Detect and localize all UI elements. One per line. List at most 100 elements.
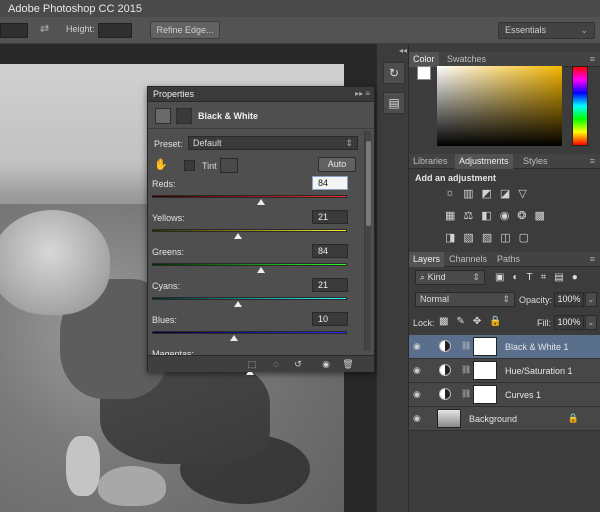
slider-track[interactable] <box>152 195 347 198</box>
auto-button[interactable]: Auto <box>318 157 356 172</box>
panel-menu-icon[interactable]: ≡ <box>590 54 595 64</box>
tab-layers[interactable]: Layers <box>409 252 445 267</box>
mask-icon[interactable] <box>176 108 192 124</box>
workspace-select[interactable]: Essentials ⌄ <box>498 22 595 39</box>
gradient-map-icon[interactable]: ◫ <box>500 231 510 244</box>
levels-icon[interactable]: ▥ <box>463 187 473 200</box>
selective-color-icon[interactable]: ▢ <box>519 231 529 244</box>
slider-value-input[interactable]: 21 <box>312 278 348 292</box>
properties-icon[interactable]: ▤ <box>383 92 405 114</box>
slider-knob[interactable] <box>257 267 266 273</box>
invert-icon[interactable]: ◨ <box>445 231 455 244</box>
refine-edge-button[interactable]: Refine Edge... <box>150 21 220 39</box>
brightness-icon[interactable]: ☼ <box>445 187 455 200</box>
color-lookup-icon[interactable]: ▩ <box>535 209 545 222</box>
blend-mode-select[interactable]: Normal ⇕ <box>415 292 515 307</box>
preset-select[interactable]: Default ⇕ <box>188 136 358 150</box>
filter-shape-icon[interactable]: ⌗ <box>541 272 547 283</box>
slider-track[interactable] <box>152 229 347 232</box>
fill-input[interactable]: 100% <box>554 315 584 330</box>
undo-icon[interactable]: ↺ <box>292 359 304 370</box>
tint-color-swatch[interactable] <box>220 158 238 173</box>
slider-track[interactable] <box>152 263 347 266</box>
visibility-icon[interactable]: ◉ <box>320 359 332 370</box>
slider-knob[interactable] <box>257 199 266 205</box>
photo-filter-icon[interactable]: ◉ <box>500 209 510 222</box>
panel-menu-icon[interactable]: ≡ <box>590 254 595 264</box>
foreground-color-swatch[interactable] <box>417 66 431 80</box>
filter-smart-icon[interactable]: ▤ <box>554 272 563 283</box>
opacity-dropdown-icon[interactable]: ⌄ <box>585 292 597 307</box>
panel-controls-icon[interactable]: ▸▸ ≡ <box>355 89 370 98</box>
slider-knob[interactable] <box>233 301 242 307</box>
eye-icon[interactable]: ◉ <box>413 341 425 352</box>
slider-track[interactable] <box>152 331 347 334</box>
lock-paint-icon[interactable]: ✎ <box>456 316 464 327</box>
black-white-icon[interactable]: ◧ <box>481 209 491 222</box>
curves-icon[interactable]: ◩ <box>482 187 492 200</box>
collapse-icon[interactable]: ◂◂ <box>399 46 407 55</box>
gradient-triangle-icon[interactable]: ▽ <box>518 187 526 200</box>
slider-value-input[interactable]: 10 <box>312 312 348 326</box>
tab-swatches[interactable]: Swatches <box>443 52 490 67</box>
lock-all-icon[interactable]: 🔒 <box>489 316 501 327</box>
layer-row[interactable]: ◉ Background 🔒 <box>409 407 600 431</box>
trash-icon[interactable]: 🗑 <box>342 359 354 370</box>
vibrance-icon[interactable]: ▦ <box>445 209 455 222</box>
layer-mask-thumbnail[interactable] <box>473 361 497 380</box>
filter-pixel-icon[interactable]: ▣ <box>495 272 504 283</box>
hand-icon[interactable]: ✋ <box>154 158 170 171</box>
properties-header[interactable]: Properties ▸▸ ≡ <box>148 87 374 102</box>
eye-icon[interactable]: ◉ <box>413 413 425 424</box>
width-field[interactable] <box>0 23 28 38</box>
balance-icon[interactable]: ⚖ <box>463 209 473 222</box>
adjustment-type-icon[interactable] <box>155 108 171 124</box>
posterize-icon[interactable]: ▧ <box>463 231 473 244</box>
height-field[interactable] <box>98 23 132 38</box>
filter-toggle-icon[interactable]: ● <box>572 272 578 283</box>
channel-mixer-icon[interactable]: ❂ <box>517 209 526 222</box>
slider-value-input[interactable]: 84 <box>312 244 348 258</box>
layer-mask-thumbnail[interactable] <box>473 337 497 356</box>
chain-icon[interactable]: ⛓ <box>461 389 471 398</box>
opacity-input[interactable]: 100% <box>554 292 584 307</box>
fill-dropdown-icon[interactable]: ⌄ <box>585 315 597 330</box>
layer-filter-select[interactable]: ⌕ Kind ⇕ <box>415 270 485 285</box>
slider-knob[interactable] <box>229 335 238 341</box>
eye-icon[interactable]: ◉ <box>413 365 425 376</box>
filter-adjustment-icon[interactable]: ◐ <box>512 272 518 283</box>
tab-adjustments[interactable]: Adjustments <box>455 154 513 169</box>
eye-icon[interactable]: ◉ <box>413 389 425 400</box>
scrollbar-thumb[interactable] <box>366 141 371 226</box>
slider-track[interactable] <box>152 297 347 300</box>
slider-value-input[interactable]: 84 <box>312 176 348 190</box>
panel-menu-icon[interactable]: ≡ <box>590 156 595 166</box>
tab-paths[interactable]: Paths <box>493 252 524 267</box>
layer-mask-thumbnail[interactable] <box>473 385 497 404</box>
threshold-icon[interactable]: ▨ <box>482 231 492 244</box>
slider-value-input[interactable]: 21 <box>312 210 348 224</box>
view-previous-icon[interactable]: ◌ <box>270 359 282 370</box>
clip-to-layer-icon[interactable]: ⬚ <box>246 359 258 370</box>
hue-slider[interactable] <box>572 66 588 146</box>
filter-type-icon[interactable]: T <box>527 272 533 283</box>
lock-transparent-icon[interactable]: ▩ <box>439 316 448 327</box>
history-icon[interactable]: ↻ <box>383 62 405 84</box>
chain-icon[interactable]: ⛓ <box>461 341 471 350</box>
color-field[interactable] <box>437 66 562 146</box>
swap-arrows-icon[interactable]: ⇄ <box>40 24 52 35</box>
layer-row[interactable]: ◉ ⛓ Black & White 1 <box>409 335 600 359</box>
layer-row[interactable]: ◉ ⛓ Hue/Saturation 1 <box>409 359 600 383</box>
slider-knob[interactable] <box>233 233 242 239</box>
exposure-icon[interactable]: ◪ <box>500 187 510 200</box>
properties-scrollbar[interactable] <box>364 131 371 351</box>
tab-libraries[interactable]: Libraries <box>409 154 452 169</box>
tab-styles[interactable]: Styles <box>519 154 552 169</box>
tint-checkbox[interactable] <box>184 160 195 171</box>
chain-icon[interactable]: ⛓ <box>461 365 471 374</box>
tab-channels[interactable]: Channels <box>445 252 491 267</box>
adjustment-icons-row-1: ☼ ▥ ◩ ◪ ▽ <box>445 187 575 200</box>
layer-row[interactable]: ◉ ⛓ Curves 1 <box>409 383 600 407</box>
lock-move-icon[interactable]: ✥ <box>473 316 481 327</box>
tab-color[interactable]: Color <box>409 52 439 67</box>
